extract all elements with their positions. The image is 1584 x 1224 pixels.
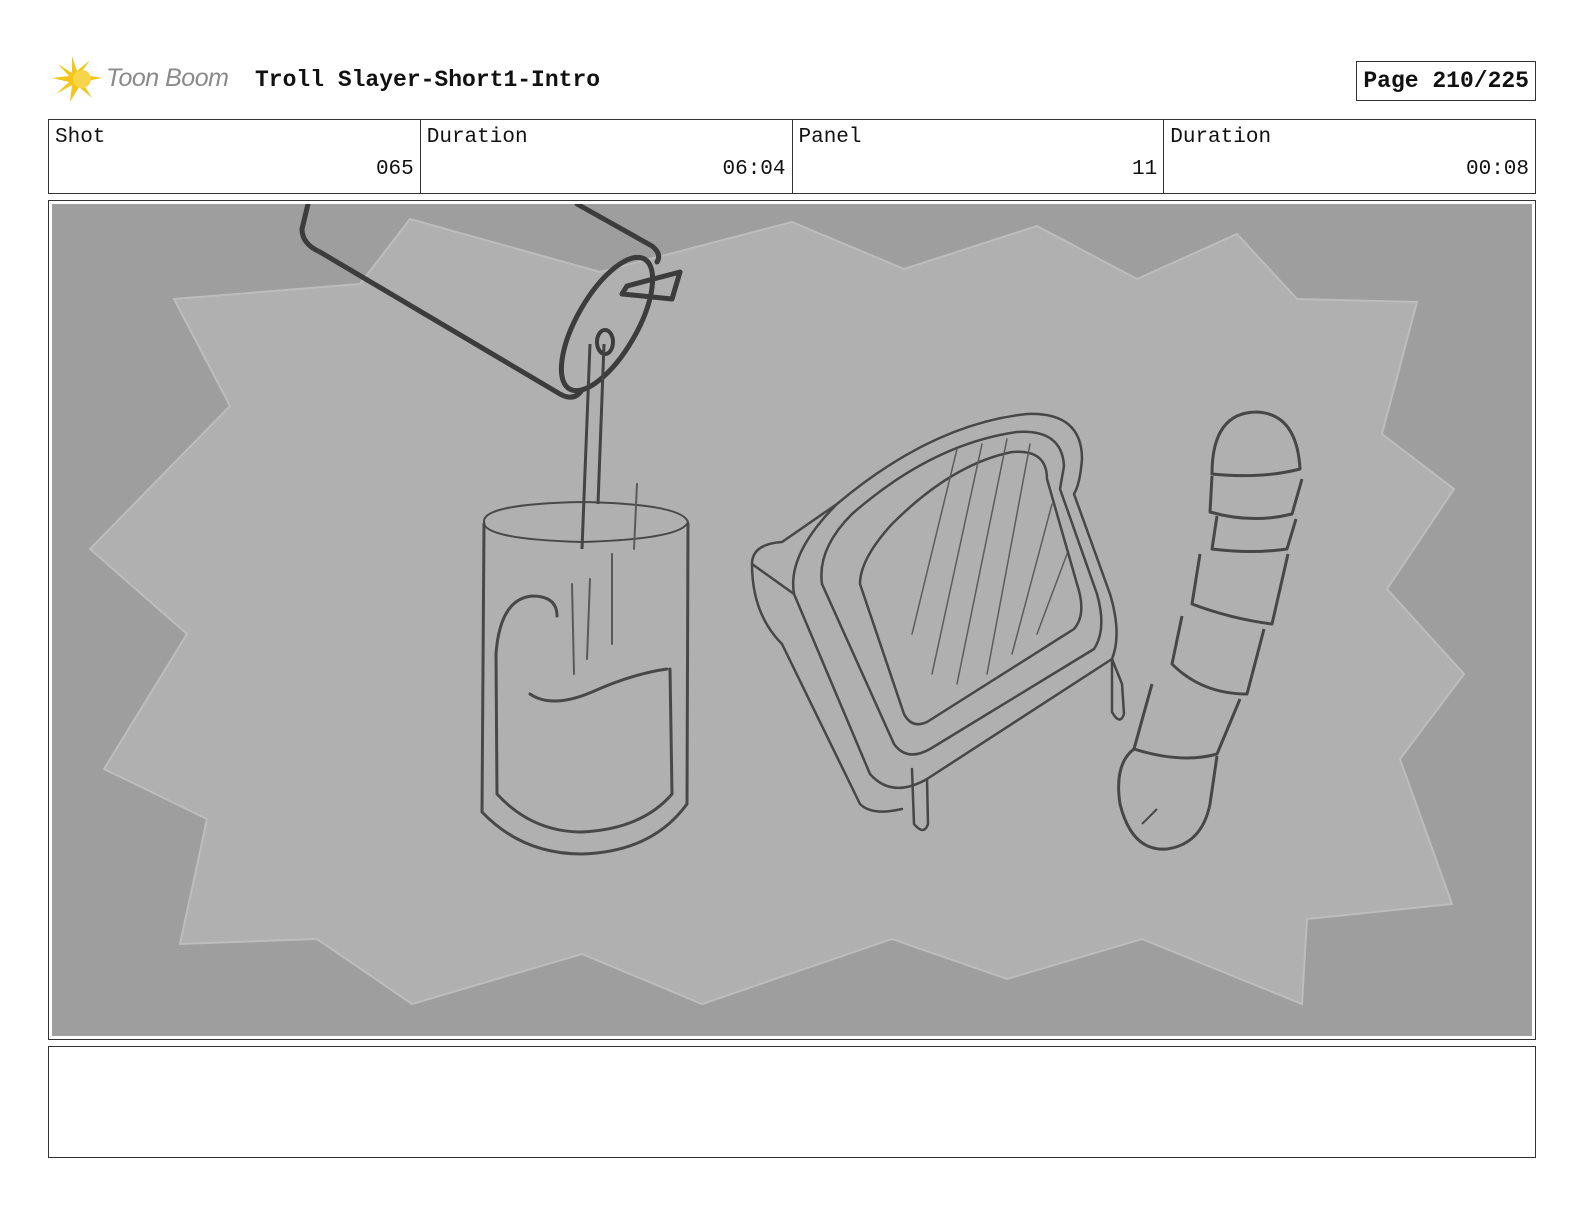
shot-duration-label: Duration xyxy=(426,126,528,149)
page-number: Page 210/225 xyxy=(1356,61,1536,101)
page-header: Toon Boom Troll Slayer-Short1-Intro Page… xyxy=(48,52,1536,108)
panel-cell: Panel 11 xyxy=(793,120,1165,193)
panel-label: Panel xyxy=(798,126,862,149)
panel-duration-value: 00:08 xyxy=(1465,158,1529,181)
shot-label: Shot xyxy=(55,126,106,149)
panel-duration-cell: Duration 00:08 xyxy=(1164,120,1535,193)
shot-duration-value: 06:04 xyxy=(722,158,786,181)
toon-boom-logo: Toon Boom xyxy=(50,54,240,106)
panel-duration-label: Duration xyxy=(1170,126,1272,149)
shot-duration-cell: Duration 06:04 xyxy=(421,120,793,193)
project-title: Troll Slayer-Short1-Intro xyxy=(255,67,601,93)
storyboard-panel xyxy=(48,200,1536,1040)
panel-notes xyxy=(48,1046,1536,1158)
starburst-icon xyxy=(52,56,102,102)
panel-value: 11 xyxy=(1132,158,1158,181)
shot-value: 065 xyxy=(375,158,414,181)
splash-shape xyxy=(88,217,1466,1006)
panel-drawing xyxy=(52,204,1532,1036)
shot-cell: Shot 065 xyxy=(49,120,421,193)
sketch-illustration xyxy=(88,204,1466,1006)
shot-info-table: Shot 065 Duration 06:04 Panel 11 Duratio… xyxy=(48,119,1536,194)
brand-text: Toon Boom xyxy=(106,64,229,92)
